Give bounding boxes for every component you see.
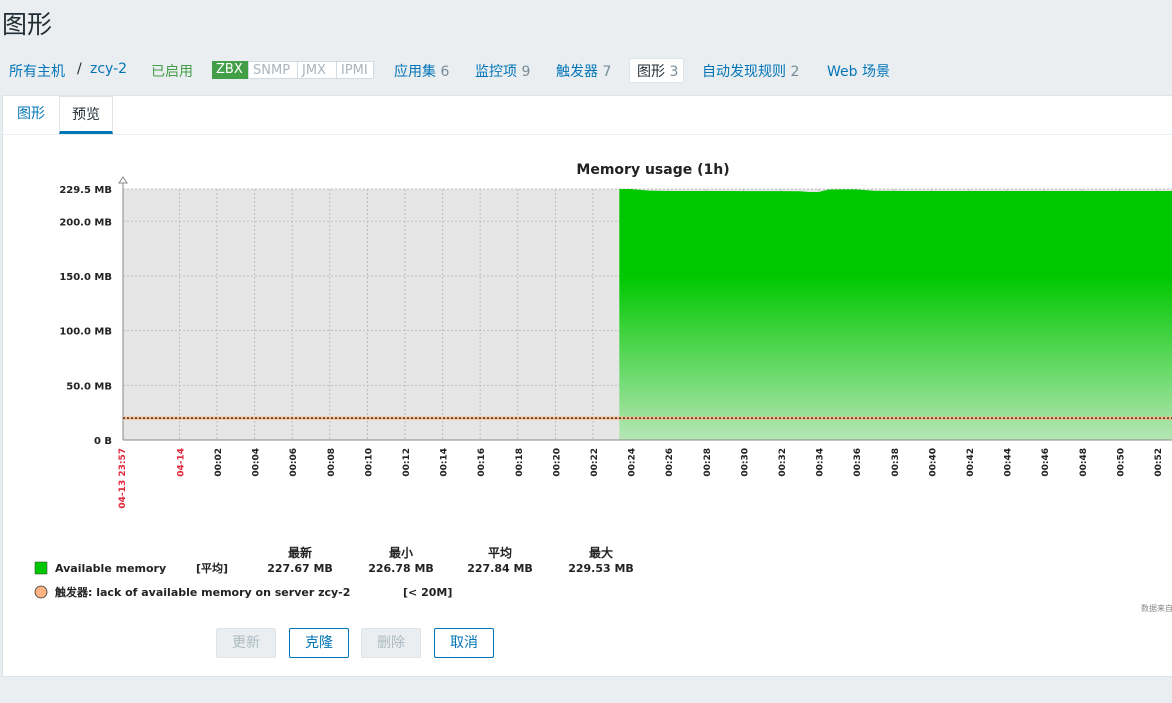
y-tick-label: 150.0 MB — [59, 272, 112, 283]
legend-trigger-marker — [34, 585, 48, 599]
page-footer-area — [0, 677, 1172, 703]
delete-button[interactable]: 删除 — [361, 628, 421, 658]
nav-applications-label: 应用集 — [394, 64, 436, 80]
x-tick-label: 00:02 — [214, 448, 224, 477]
legend-header: 最小 — [389, 545, 413, 560]
legend-series-swatch — [34, 561, 48, 575]
nav-graphs-label: 图形 — [637, 64, 665, 80]
breadcrumb-host-link[interactable]: zcy-2 — [90, 61, 127, 77]
jmx-availability-badge: JMX — [297, 61, 337, 79]
x-tick-label: 00:48 — [1079, 448, 1089, 477]
cancel-button[interactable]: 取消 — [434, 628, 494, 658]
breadcrumb-all-hosts-link[interactable]: 所有主机 — [9, 61, 65, 81]
x-tick-label: 00:18 — [515, 448, 525, 477]
x-tick-label: 00:38 — [891, 448, 901, 477]
legend-trigger-threshold: [< 20M] — [403, 586, 452, 599]
legend-series-func: [平均] — [196, 561, 228, 575]
x-tick-label: 00:20 — [552, 448, 562, 477]
x-tick-label: 00:14 — [440, 448, 450, 477]
nav-items-link[interactable]: 监控项 9 — [475, 61, 530, 81]
legend-header: 最新 — [288, 545, 312, 560]
graph-form-card: 图形 预览 Memory usage (1h) 229.5 MB 200.0 MB 1… — [2, 95, 1172, 677]
y-tick-label: 50.0 MB — [66, 381, 112, 392]
y-tick-label: 100.0 MB — [59, 327, 112, 338]
x-tick-label: 00:52 — [1154, 448, 1164, 477]
x-tick-label: 00:04 — [252, 448, 262, 477]
update-button[interactable]: 更新 — [216, 628, 276, 658]
tab-graph[interactable]: 图形 — [3, 96, 59, 134]
chart-title: Memory usage (1h) — [576, 162, 729, 178]
y-tick-label: 200.0 MB — [59, 217, 112, 228]
form-tabs: 图形 预览 — [3, 96, 1172, 135]
nav-discovery-label: 自动发现规则 — [702, 64, 786, 80]
legend-series-value: 229.53 MB — [568, 562, 634, 575]
nav-triggers-link[interactable]: 触发器 7 — [556, 61, 611, 81]
x-tick-label: 00:28 — [703, 448, 713, 477]
x-tick-label: 00:22 — [590, 448, 600, 477]
nav-triggers-count: 7 — [602, 64, 612, 80]
nav-applications-count: 6 — [440, 64, 450, 80]
legend-series-value: 227.84 MB — [467, 562, 533, 575]
nav-triggers-label: 触发器 — [556, 64, 598, 80]
nav-items-label: 监控项 — [475, 64, 517, 80]
x-tick-label: 00:32 — [778, 448, 788, 477]
x-tick-label: 00:26 — [665, 448, 675, 477]
x-tick-label: 00:10 — [364, 448, 374, 477]
x-tick-label: 00:12 — [402, 448, 412, 477]
x-tick-label: 04-14 — [176, 448, 186, 477]
x-tick-label: 00:46 — [1041, 448, 1051, 477]
nav-items-count: 9 — [521, 64, 531, 80]
nav-web-scenarios-link[interactable]: Web 场景 — [827, 61, 890, 81]
x-tick-label: 00:30 — [740, 448, 750, 477]
legend-series-name: Available memory — [55, 562, 166, 575]
graph-watermark: 数据来自 — [1141, 603, 1172, 613]
x-tick-label: 00:08 — [327, 448, 337, 477]
zbx-availability-badge: ZBX — [212, 61, 248, 79]
graph-preview-chart: Memory usage (1h) 229.5 MB 200.0 MB 150.0 M… — [34, 162, 1172, 613]
host-status-enabled[interactable]: 已启用 — [151, 61, 193, 81]
snmp-availability-badge: SNMP — [248, 61, 298, 79]
x-tick-label: 00:06 — [289, 448, 299, 477]
legend-trigger-label: 触发器: lack of available memory on server … — [54, 585, 350, 599]
host-navigation: 所有主机 / zcy-2 已启用 ZBX SNMP JMX IPMI 应用集 6… — [0, 58, 1172, 86]
x-tick-label: 00:50 — [1116, 448, 1126, 477]
page-title: 图形 — [2, 10, 53, 39]
legend-header: 平均 — [488, 545, 512, 560]
nav-discovery-link[interactable]: 自动发现规则 2 — [702, 61, 799, 81]
x-tick-label: 00:16 — [477, 448, 487, 477]
x-tick-label: 00:42 — [966, 448, 976, 477]
x-tick-label: 00:24 — [628, 448, 638, 477]
x-tick-label: 00:34 — [816, 448, 826, 477]
nav-graphs-count: 3 — [669, 64, 679, 80]
nav-applications-link[interactable]: 应用集 6 — [394, 61, 449, 81]
ipmi-availability-badge: IPMI — [336, 61, 374, 79]
x-tick-label: 00:36 — [853, 448, 863, 477]
y-axis-arrow — [118, 176, 128, 184]
x-start-label: 04-13 23:57 — [118, 448, 128, 509]
series-area-available-memory — [619, 189, 1172, 440]
y-tick-label: 0 B — [94, 436, 112, 447]
tab-preview[interactable]: 预览 — [59, 96, 113, 134]
nav-discovery-count: 2 — [790, 64, 800, 80]
legend-series-value: 227.67 MB — [267, 562, 333, 575]
y-tick-label: 229.5 MB — [59, 185, 112, 196]
legend-header: 最大 — [589, 545, 613, 560]
clone-button[interactable]: 克隆 — [289, 628, 349, 658]
nav-graphs-link[interactable]: 图形 3 — [637, 61, 678, 81]
breadcrumb-separator: / — [77, 61, 82, 77]
x-tick-label: 00:40 — [928, 448, 938, 477]
legend-series-value: 226.78 MB — [368, 562, 434, 575]
x-tick-label: 00:44 — [1004, 448, 1014, 477]
